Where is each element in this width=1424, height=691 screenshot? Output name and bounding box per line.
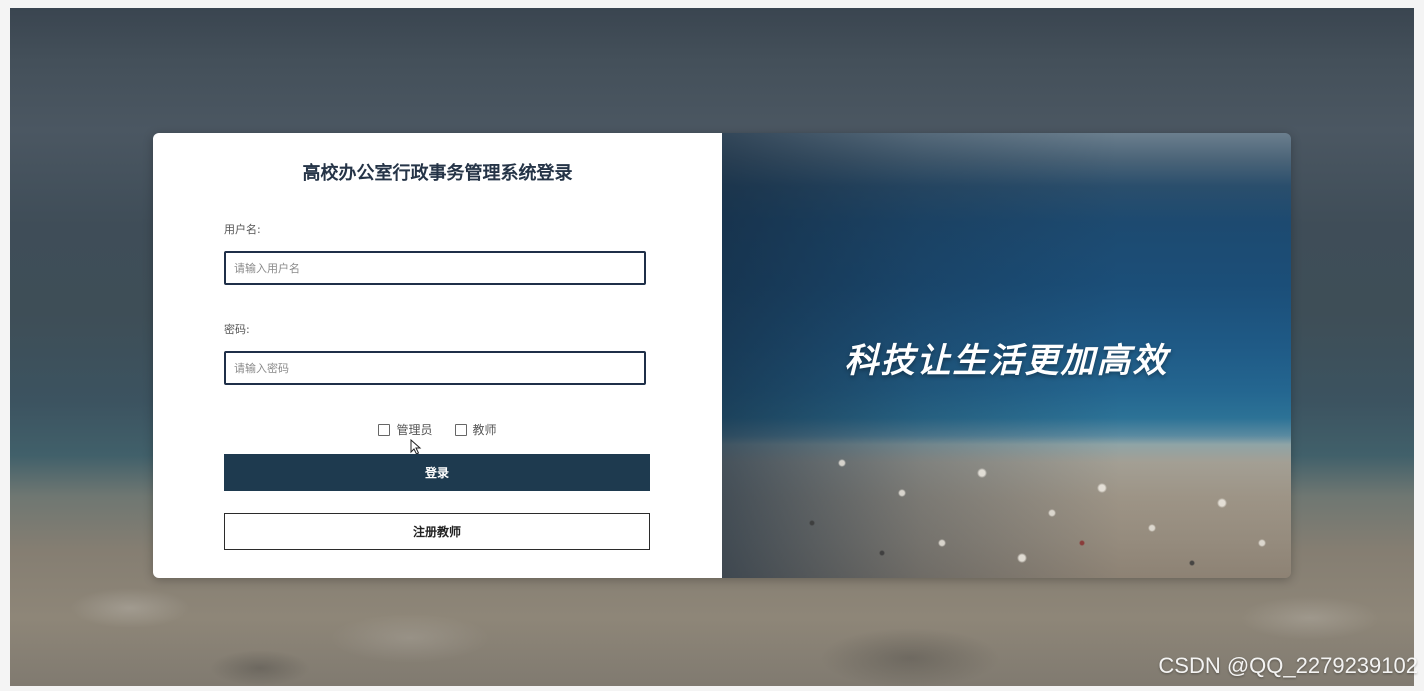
username-input[interactable] [224, 251, 646, 285]
role-admin-label: 管理员 [396, 423, 433, 437]
banner-image-panel: 科技让生活更加高效 [722, 133, 1291, 578]
username-label: 用户名: [224, 223, 261, 236]
register-teacher-button[interactable]: 注册教师 [224, 513, 650, 550]
teacher-checkbox[interactable] [454, 423, 467, 436]
login-button[interactable]: 登录 [224, 454, 650, 491]
login-card: 高校办公室行政事务管理系统登录 用户名: 密码: 管理员 教师 登录 注册教师 [153, 133, 1291, 578]
background-frame: 高校办公室行政事务管理系统登录 用户名: 密码: 管理员 教师 登录 注册教师 [10, 8, 1414, 686]
banner-slogan: 科技让生活更加高效 [844, 341, 1169, 381]
role-teacher-label: 教师 [472, 423, 497, 437]
mouse-cursor-icon [410, 439, 422, 455]
password-input[interactable] [224, 351, 646, 385]
admin-checkbox[interactable] [378, 423, 391, 436]
page-title: 高校办公室行政事务管理系统登录 [302, 163, 573, 184]
login-form-panel: 高校办公室行政事务管理系统登录 用户名: 密码: 管理员 教师 登录 注册教师 [153, 133, 722, 578]
password-label: 密码: [224, 323, 250, 336]
beach-image [722, 433, 1291, 578]
role-selector: 管理员 教师 [153, 421, 722, 438]
role-teacher-option[interactable]: 教师 [454, 421, 497, 438]
role-admin-option[interactable]: 管理员 [378, 421, 433, 438]
csdn-watermark: CSDN @QQ_2279239102 [1158, 653, 1418, 678]
